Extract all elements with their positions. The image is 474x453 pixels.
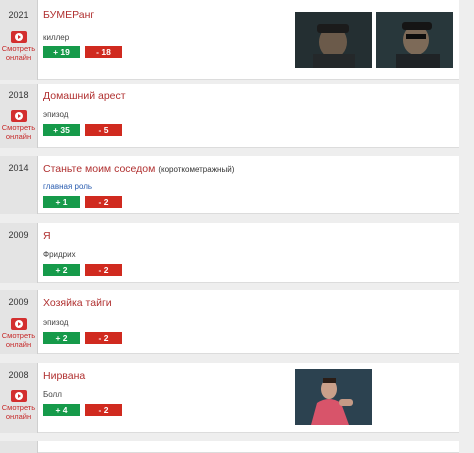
watch-online-button[interactable]: Смотреть онлайн xyxy=(0,390,37,421)
film-role: Фридрих xyxy=(43,250,76,259)
vote-up-button[interactable]: + 2 xyxy=(43,264,80,276)
vote-up-button[interactable]: + 1 xyxy=(43,196,80,208)
film-row: 2008 Смотреть онлайн Нирвана Болл + 4 - … xyxy=(0,363,459,433)
film-still-image[interactable] xyxy=(376,12,453,68)
play-icon xyxy=(10,390,27,402)
film-year: 2014 xyxy=(8,163,29,173)
film-row: 2009 Смотреть онлайн Хозяйка тайги эпизо… xyxy=(0,290,459,354)
film-title-link[interactable]: Я xyxy=(43,230,54,242)
watch-online-button[interactable]: Смотреть онлайн xyxy=(0,110,37,141)
film-title-link[interactable]: Нирвана xyxy=(43,370,88,382)
vote-down-button[interactable]: - 2 xyxy=(85,264,122,276)
film-still-image[interactable] xyxy=(295,369,372,425)
vote-group: + 4 - 2 xyxy=(43,404,122,416)
film-still-image[interactable] xyxy=(295,12,372,68)
vote-group: + 2 - 2 xyxy=(43,332,122,344)
film-role: эпизод xyxy=(43,318,69,327)
vote-group: + 19 - 18 xyxy=(43,46,122,58)
film-row: 2014 Станьте моим соседом (короткометражн… xyxy=(0,156,459,214)
film-row xyxy=(0,441,459,453)
watch-online-button[interactable]: Смотреть онлайн xyxy=(0,318,37,349)
film-title-link[interactable]: БУМЕРанг xyxy=(43,9,97,21)
film-row: 2018 Смотреть онлайн Домашний арест эпиз… xyxy=(0,84,459,148)
vote-down-button[interactable]: - 18 xyxy=(85,46,122,58)
film-year: 2009 xyxy=(8,297,29,307)
vote-down-button[interactable]: - 2 xyxy=(85,196,122,208)
film-year: 2008 xyxy=(8,370,29,380)
film-year: 2018 xyxy=(8,90,29,100)
vote-up-button[interactable]: + 19 xyxy=(43,46,80,58)
watch-online-button[interactable]: Смотреть онлайн xyxy=(0,31,37,62)
film-role: киллер xyxy=(43,33,70,42)
vote-group: + 1 - 2 xyxy=(43,196,122,208)
film-title-link[interactable]: Хозяйка тайги xyxy=(43,297,115,309)
vote-group: + 35 - 5 xyxy=(43,124,122,136)
play-icon xyxy=(10,318,27,330)
film-row: 2021 Смотреть онлайн БУМЕРанг киллер + 1… xyxy=(0,0,459,80)
film-role: эпизод xyxy=(43,110,69,119)
play-icon xyxy=(10,110,27,122)
play-icon xyxy=(10,31,27,43)
vote-down-button[interactable]: - 2 xyxy=(85,404,122,416)
film-role-link[interactable]: главная роль xyxy=(43,182,92,191)
film-title-link[interactable]: Домашний арест xyxy=(43,90,129,102)
film-year: 2009 xyxy=(8,230,29,240)
film-year: 2021 xyxy=(8,10,29,20)
vote-up-button[interactable]: + 2 xyxy=(43,332,80,344)
vote-down-button[interactable]: - 5 xyxy=(85,124,122,136)
vote-group: + 2 - 2 xyxy=(43,264,122,276)
film-role: Болл xyxy=(43,390,62,399)
film-title-link[interactable]: Станьте моим соседом (короткометражный) xyxy=(43,163,234,175)
vote-up-button[interactable]: + 35 xyxy=(43,124,80,136)
vote-up-button[interactable]: + 4 xyxy=(43,404,80,416)
vote-down-button[interactable]: - 2 xyxy=(85,332,122,344)
film-row: 2009 Я Фридрих + 2 - 2 xyxy=(0,223,459,283)
